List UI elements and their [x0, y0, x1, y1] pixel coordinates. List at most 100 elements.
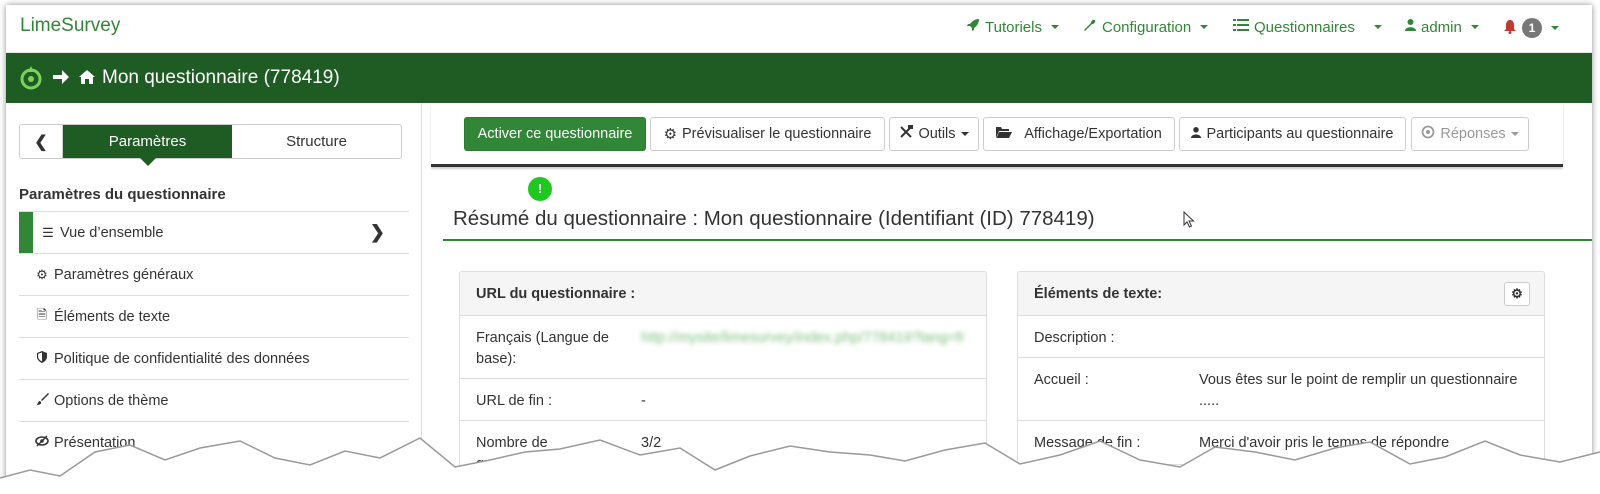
- wrench-icon: [1083, 18, 1097, 36]
- chevron-down-icon: [1510, 132, 1519, 136]
- nav-user[interactable]: admin: [1405, 18, 1479, 36]
- chevron-down-icon: [1373, 25, 1382, 29]
- row-value: [1199, 328, 1528, 357]
- sidebar-item-privacy-policy[interactable]: Politique de confidentialité des données: [19, 337, 409, 379]
- table-row: Message de fin : Merci d'avoir pris le t…: [1018, 421, 1544, 464]
- panel-heading-label: Éléments de texte:: [1034, 285, 1163, 302]
- collapse-sidebar-button[interactable]: ❮: [20, 125, 63, 158]
- row-value: Vous êtes sur le point de remplir un que…: [1199, 372, 1518, 409]
- sidebar-item-label: Vue d’ensemble: [60, 224, 164, 241]
- row-value: 3/2: [641, 435, 662, 451]
- activate-survey-label: Activer ce questionnaire: [477, 126, 633, 142]
- row-value: Merci d'avoir pris le temps de répondre: [1199, 435, 1450, 451]
- table-row: Nombre de question(s)/groupe(s) : 3/2: [460, 421, 986, 487]
- user-icon: [1191, 126, 1202, 143]
- survey-url-link[interactable]: http://mysite/limesurvey/index.php/77841…: [641, 328, 970, 378]
- sidebar-item-text-elements[interactable]: 🗎 Éléments de texte: [19, 295, 409, 337]
- nav-surveys[interactable]: Questionnaires: [1233, 18, 1382, 36]
- tools-label: Outils: [918, 126, 956, 142]
- row-key: Accueil :: [1034, 372, 1089, 388]
- sidebar-item-label: Paramètres généraux: [54, 266, 194, 283]
- survey-title[interactable]: Mon questionnaire (778419): [102, 67, 340, 89]
- tools-dropdown-button[interactable]: Outils: [889, 117, 979, 151]
- sidebar-item-presentation[interactable]: Présentation: [19, 421, 409, 463]
- table-row: Accueil : Vous êtes sur le point de remp…: [1018, 358, 1544, 421]
- display-export-label: Affichage/Exportation: [1024, 126, 1162, 142]
- nav-tutorials[interactable]: Tutoriels: [966, 18, 1059, 36]
- sidebar-item-general-settings[interactable]: ⚙ Paramètres généraux: [19, 253, 409, 295]
- survey-title-bar: Mon questionnaire (778419): [6, 53, 1592, 103]
- sidebar-item-overview[interactable]: ☰ Vue d’ensemble ❯: [19, 211, 409, 253]
- chevron-down-icon: [960, 132, 969, 136]
- tab-structure[interactable]: Structure: [232, 125, 401, 158]
- page-title: Résumé du questionnaire : Mon questionna…: [453, 207, 1095, 230]
- main-content: Activer ce questionnaire ⚙ Prévisualiser…: [423, 103, 1592, 487]
- row-key: Message de fin :: [1034, 435, 1141, 451]
- cog-icon: ⚙: [663, 126, 678, 143]
- user-icon: [1405, 18, 1416, 36]
- row-key: Français (Langue de base):: [476, 330, 609, 367]
- brand-logo-text[interactable]: LimeSurvey: [20, 15, 120, 37]
- nav-notifications[interactable]: 1: [1503, 18, 1559, 38]
- preview-survey-button[interactable]: ⚙ Prévisualiser le questionnaire: [650, 117, 885, 151]
- sidebar-heading: Paramètres du questionnaire: [19, 186, 226, 203]
- title-divider: [443, 239, 1592, 241]
- activate-survey-button[interactable]: Activer ce questionnaire: [464, 117, 646, 151]
- responses-dropdown-button[interactable]: Réponses: [1411, 117, 1529, 151]
- edit-text-elements-button[interactable]: ⚙: [1504, 282, 1530, 306]
- list-icon: ☰: [42, 224, 54, 240]
- participants-label: Participants au questionnaire: [1206, 126, 1394, 142]
- limesurvey-logo-icon[interactable]: [18, 64, 44, 93]
- sidebar: ❮ Paramètres Structure Paramètres du que…: [6, 103, 422, 487]
- mouse-cursor-icon: [1183, 210, 1195, 231]
- nav-configuration-label: Configuration: [1102, 18, 1192, 36]
- bell-icon: [1503, 19, 1517, 38]
- sidebar-menu: ☰ Vue d’ensemble ❯ ⚙ Paramètres généraux…: [19, 211, 409, 463]
- arrow-right-icon: [52, 69, 70, 88]
- text-elements-panel: Éléments de texte: ⚙ Description : Accue…: [1017, 271, 1545, 465]
- row-key: URL de fin :: [476, 393, 553, 409]
- sidebar-item-label: Politique de confidentialité des données: [54, 350, 310, 367]
- sidebar-item-theme-options[interactable]: Options de thème: [19, 379, 409, 421]
- shield-icon: [35, 351, 49, 366]
- chevron-left-icon: ❮: [34, 133, 48, 151]
- tab-settings[interactable]: Paramètres: [63, 125, 232, 166]
- nav-tutorials-label: Tutoriels: [985, 18, 1042, 36]
- participants-button[interactable]: Participants au questionnaire: [1179, 117, 1406, 151]
- preview-survey-label: Prévisualiser le questionnaire: [682, 126, 872, 142]
- panel-heading: URL du questionnaire :: [460, 272, 986, 316]
- chevron-down-icon: [1470, 25, 1479, 29]
- sidebar-tabs: ❮ Paramètres Structure: [19, 124, 402, 166]
- sidebar-item-label: Présentation: [54, 434, 136, 451]
- top-navbar: LimeSurvey Tutoriels Configuration Quest…: [6, 5, 1592, 53]
- row-key: Description :: [1034, 330, 1115, 346]
- panel-heading: Éléments de texte: ⚙: [1018, 272, 1544, 316]
- folder-open-icon: [996, 126, 1013, 143]
- list-icon: [1233, 18, 1249, 36]
- responses-icon: [1421, 125, 1435, 143]
- chevron-down-icon: [1050, 25, 1059, 29]
- chevron-right-icon: ❯: [369, 222, 385, 242]
- notification-badge: 1: [1522, 18, 1542, 38]
- chevron-down-icon: [1551, 26, 1559, 30]
- nav-configuration[interactable]: Configuration: [1083, 18, 1209, 36]
- table-row: URL de fin : -: [460, 379, 986, 421]
- cogs-icon: ⚙: [1511, 286, 1523, 301]
- cogs-icon: ⚙: [36, 266, 48, 282]
- brush-icon: [35, 392, 49, 409]
- row-key: Nombre de question(s)/groupe(s) :: [476, 435, 622, 472]
- home-icon[interactable]: [78, 69, 96, 88]
- app-window: LimeSurvey Tutoriels Configuration Quest…: [6, 5, 1592, 487]
- survey-url-panel: URL du questionnaire : Français (Langue …: [459, 271, 987, 487]
- document-icon: 🗎: [36, 306, 48, 322]
- table-row: Description :: [1018, 316, 1544, 358]
- sidebar-item-label: Éléments de texte: [54, 308, 171, 325]
- nav-user-label: admin: [1421, 18, 1462, 36]
- tour-hint-dot[interactable]: !: [528, 177, 552, 201]
- row-value: -: [641, 393, 646, 409]
- nav-surveys-label: Questionnaires: [1254, 18, 1355, 36]
- display-export-button[interactable]: Affichage/Exportation: [983, 117, 1175, 151]
- sidebar-item-label: Options de thème: [54, 392, 169, 409]
- chevron-down-icon: [1200, 25, 1209, 29]
- responses-label: Réponses: [1440, 126, 1506, 142]
